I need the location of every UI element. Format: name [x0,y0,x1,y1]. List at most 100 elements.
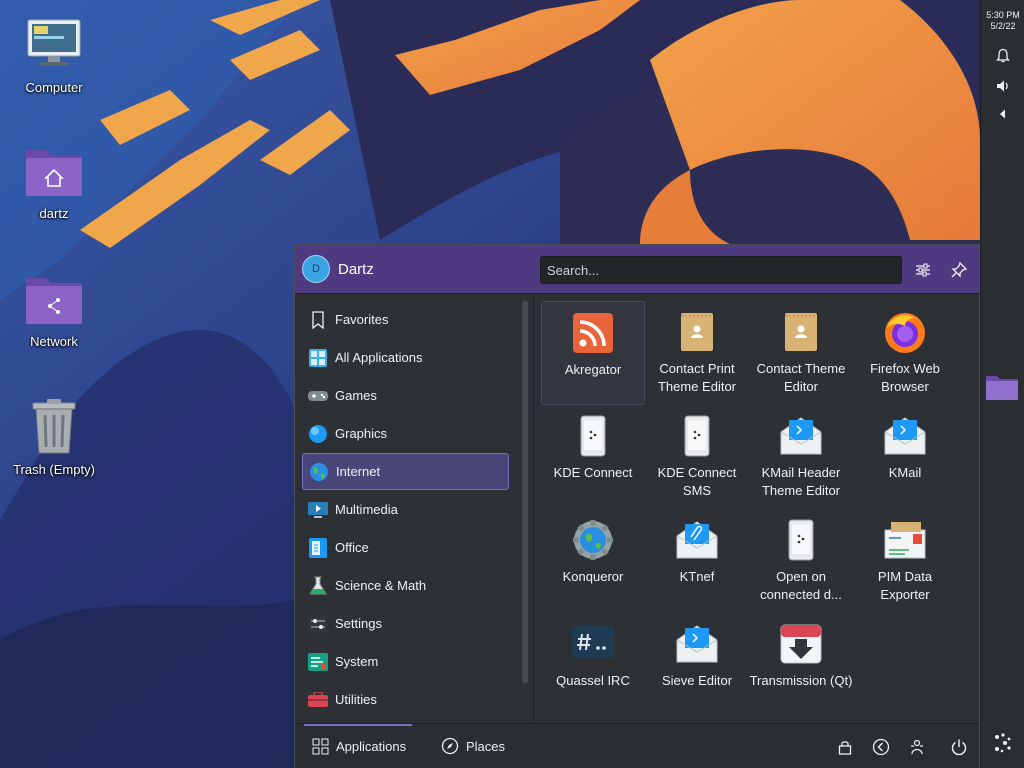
expand-tray-icon[interactable] [991,102,1015,126]
folder-widget-icon[interactable] [985,372,1019,406]
logout-icon[interactable] [870,736,892,758]
app-quassel-irc[interactable]: Quassel IRC [541,613,645,717]
app-label: PIM Data Exporter [877,569,933,602]
active-tab-indicator [304,724,412,726]
search-input[interactable] [540,256,902,284]
avatar-initial: D [312,263,320,275]
menu-header: D Dartz [295,245,979,294]
digital-clock[interactable]: 5:30 PM 5/2/22 [981,10,1024,32]
notifications-icon[interactable] [991,44,1015,68]
multimedia-icon [308,500,328,520]
phone-icon [569,412,617,460]
app-sieve-editor[interactable]: Sieve Editor [645,613,749,717]
trash-icon [22,394,86,458]
app-kmail[interactable]: KMail [853,405,957,509]
rss-icon [569,309,617,357]
firefox-icon [881,308,929,356]
category-science-math[interactable]: Science & Math [302,567,509,604]
category-label: Internet [336,464,381,479]
app-label: KMail [888,465,922,480]
category-multimedia[interactable]: Multimedia [302,491,509,528]
settings-icon [308,614,328,634]
konqueror-icon [569,516,617,564]
desktop-icon-label: dartz [39,206,69,221]
category-label: All Applications [335,350,423,365]
switch-user-icon[interactable] [906,736,928,758]
desktop-icon-label: Network [30,334,78,349]
category-label: System [335,654,379,669]
app-kde-connect-sms[interactable]: KDE Connect SMS [645,405,749,509]
category-label: Utilities [335,692,377,707]
transmission-icon [777,620,825,668]
desktop-icon-network[interactable]: Network [0,266,108,349]
app-label: Akregator [564,362,622,377]
app-label: KTnef [679,569,715,584]
grid-icon [310,736,330,756]
games-icon [308,386,328,406]
app-label: Open on connected d... [760,569,842,602]
category-internet[interactable]: Internet [302,453,509,490]
app-label: Sieve Editor [661,673,733,688]
application-launcher-button[interactable] [981,722,1024,768]
volume-icon[interactable] [991,74,1015,98]
power-icon[interactable] [948,736,970,758]
app-pim-data-exporter[interactable]: PIM Data Exporter [853,509,957,613]
category-label: Office [335,540,369,555]
phone-icon [777,516,825,564]
category-label: Science & Math [335,578,427,593]
app-transmission-qt[interactable]: Transmission (Qt) [749,613,853,717]
category-games[interactable]: Games [302,377,509,414]
category-graphics[interactable]: Graphics [302,415,509,452]
desktop-icon-computer[interactable]: Computer [0,12,108,95]
app-contact-print-theme-editor[interactable]: Contact Print Theme Editor [645,301,749,405]
category-all-applications[interactable]: All Applications [302,339,509,376]
menu-footer: Applications Places [295,723,979,768]
system-icon [308,652,328,672]
configure-icon[interactable] [910,257,936,283]
category-office[interactable]: Office [302,529,509,566]
category-label: Games [335,388,377,403]
phone-icon [673,412,721,460]
category-label: Multimedia [335,502,398,517]
app-contact-theme-editor[interactable]: Contact Theme Editor [749,301,853,405]
tab-places[interactable]: Places [440,736,505,756]
user-name: Dartz [338,261,374,278]
app-open-on-connected-device[interactable]: Open on connected d... [749,509,853,613]
mail-icon [881,412,929,460]
sidebar-divider [533,294,534,723]
desktop-icon-trash[interactable]: Trash (Empty) [0,394,108,477]
category-settings[interactable]: Settings [302,605,509,642]
app-firefox[interactable]: Firefox Web Browser [853,301,957,405]
contact-card-icon [673,308,721,356]
desktop-icon-label: Trash (Empty) [13,462,95,477]
contact-card-icon [777,308,825,356]
app-kde-connect[interactable]: KDE Connect [541,405,645,509]
desktop-icon-home[interactable]: dartz [0,138,108,221]
category-utilities[interactable]: Utilities [302,681,509,718]
envelope-stamp-icon [881,516,929,564]
mail-attachment-icon [673,516,721,564]
app-label: Konqueror [562,569,624,584]
irc-icon [569,620,617,668]
pin-icon[interactable] [946,257,972,283]
lock-icon[interactable] [834,736,856,758]
user-avatar[interactable]: D [302,255,330,283]
app-label: Contact Print Theme Editor [657,361,737,394]
category-system[interactable]: System [302,643,509,680]
utilities-icon [308,690,328,710]
internet-icon [309,462,329,482]
sidebar-scrollbar[interactable] [522,301,528,683]
kde-logo-icon [991,731,1015,760]
science-icon [308,576,328,596]
category-favorites[interactable]: Favorites [302,301,509,338]
app-ktnef[interactable]: KTnef [645,509,749,613]
app-konqueror[interactable]: Konqueror [541,509,645,613]
app-akregator[interactable]: Akregator [541,301,645,405]
network-folder-icon [22,266,86,330]
tab-applications[interactable]: Applications [310,736,406,756]
category-label: Graphics [335,426,388,441]
clock-time: 5:30 PM [986,10,1020,20]
office-icon [308,537,328,558]
app-kmail-header-theme-editor[interactable]: KMail Header Theme Editor [749,405,853,509]
app-label: Quassel IRC [556,673,630,688]
